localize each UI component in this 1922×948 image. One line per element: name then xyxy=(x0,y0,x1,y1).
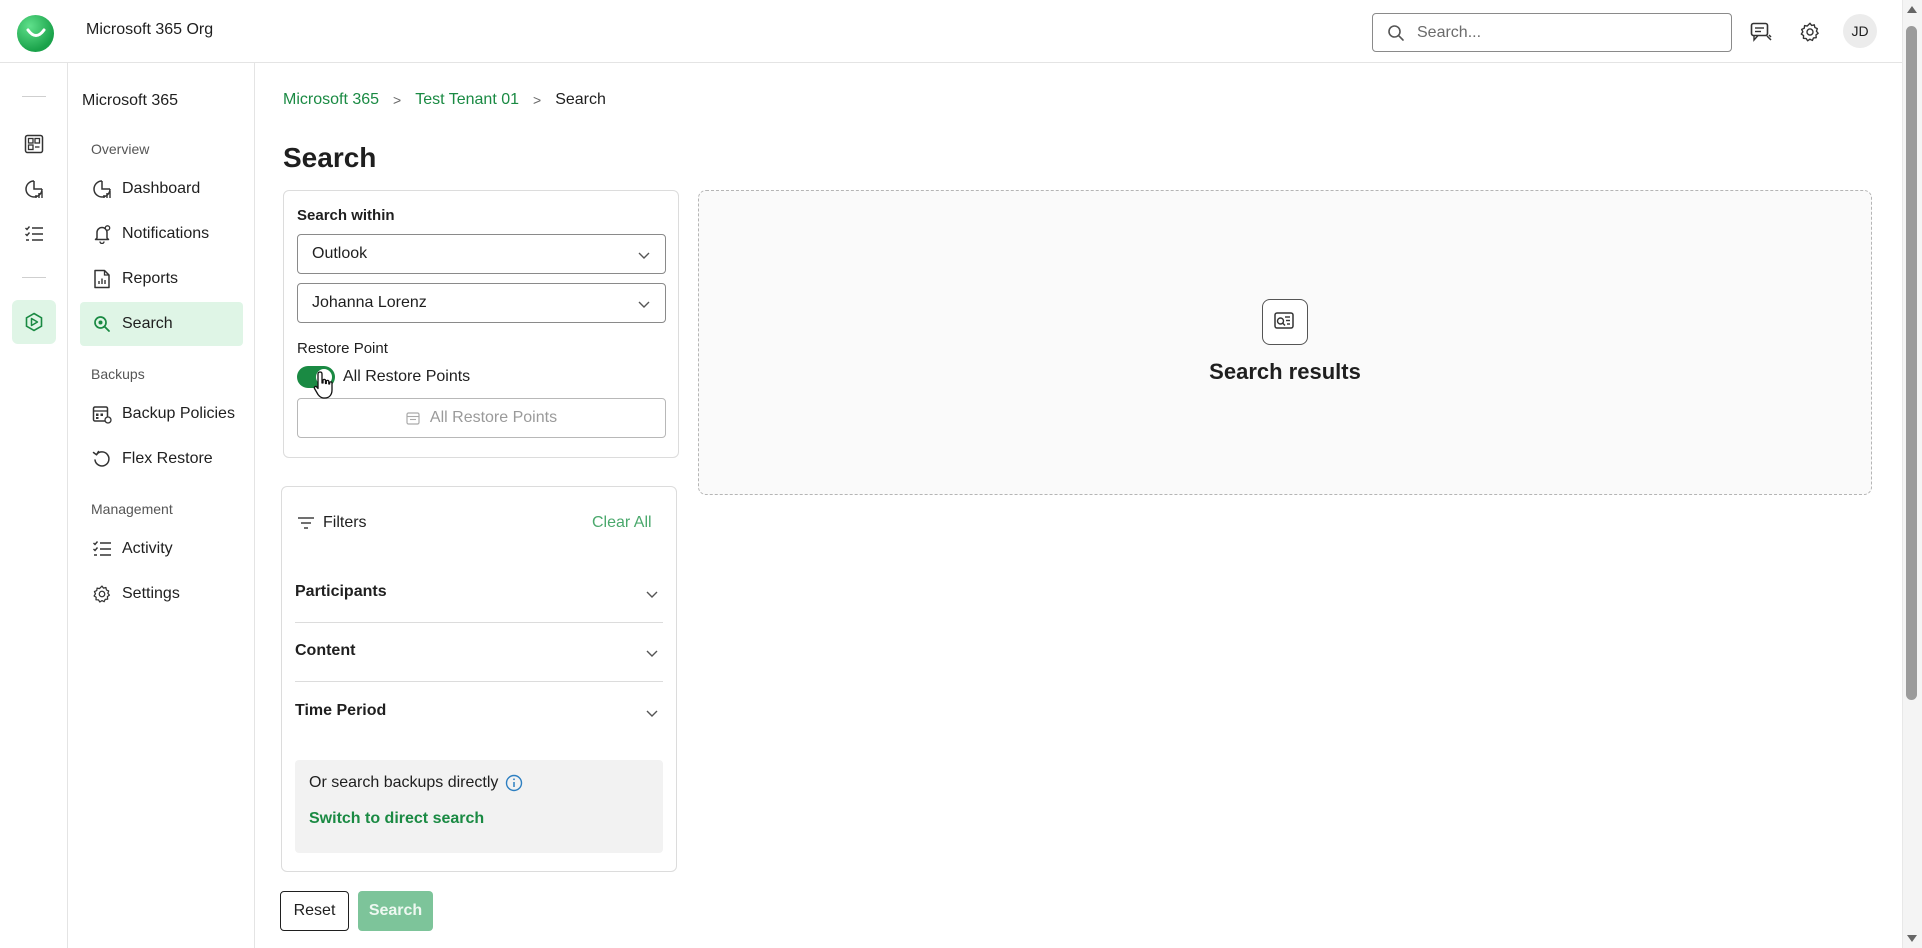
microsoft365-hexagon-icon xyxy=(25,312,43,332)
dashboard-gauge-icon xyxy=(91,178,113,200)
restore-point-label: Restore Point xyxy=(297,340,388,357)
service-select-value: Outlook xyxy=(312,245,368,262)
chevron-down-icon xyxy=(646,591,658,598)
activity-list-icon xyxy=(91,538,113,560)
filter-participants[interactable]: Participants xyxy=(295,563,663,621)
direct-search-label: Or search backups directly xyxy=(309,774,499,791)
sidebar-item-label: Flex Restore xyxy=(122,450,213,467)
switch-to-direct-search-link[interactable]: Switch to direct search xyxy=(309,810,484,828)
chevron-down-icon xyxy=(638,301,650,308)
breadcrumb: Microsoft 365 > Test Tenant 01 > Search xyxy=(283,91,606,109)
sidebar-item-label: Dashboard xyxy=(122,180,201,197)
sidebar-item-label: Reports xyxy=(122,270,179,287)
policy-calendar-icon xyxy=(91,403,113,425)
chevron-down-icon xyxy=(638,252,650,259)
user-select[interactable]: Johanna Lorenz xyxy=(297,283,666,323)
search-results-icon xyxy=(1262,299,1308,345)
filters-title: Filters xyxy=(323,514,367,531)
restore-point-picker-button[interactable]: All Restore Points xyxy=(297,398,666,438)
sidebar-item-label: Activity xyxy=(122,540,173,557)
filter-section-label: Participants xyxy=(295,583,387,600)
report-document-icon xyxy=(91,268,113,290)
restore-arrow-icon xyxy=(91,448,113,470)
rail-overview-button[interactable] xyxy=(12,122,56,166)
filter-section-label: Content xyxy=(295,642,356,659)
chevron-down-icon xyxy=(646,710,658,717)
sidebar-item-backup-policies[interactable]: Backup Policies xyxy=(80,392,243,436)
filters-header: Filters xyxy=(297,514,367,532)
rail-divider xyxy=(22,96,46,97)
sidebar-item-label: Settings xyxy=(122,585,180,602)
search-results-title: Search results xyxy=(1209,359,1361,384)
search-within-label: Search within xyxy=(297,207,395,224)
gear-icon xyxy=(91,583,113,605)
scrollbar-thumb[interactable] xyxy=(1906,26,1917,700)
dashboard-grid-icon xyxy=(24,134,44,154)
app-rail xyxy=(0,63,68,948)
page-title: Search xyxy=(283,142,377,173)
bell-icon xyxy=(91,223,113,245)
app-logo-icon[interactable] xyxy=(17,15,54,52)
sidebar-item-dashboard[interactable]: Dashboard xyxy=(80,167,243,211)
top-header: Microsoft 365 Org JD xyxy=(0,0,1902,63)
reset-button[interactable]: Reset xyxy=(280,891,349,931)
sidebar-section-backups: Backups xyxy=(91,366,145,382)
direct-search-text: Or search backups directly xyxy=(309,774,523,792)
global-search-input[interactable] xyxy=(1417,23,1717,42)
filter-section-label: Time Period xyxy=(295,702,387,719)
task-list-icon xyxy=(25,226,43,241)
search-icon xyxy=(1388,24,1404,41)
rail-activity-button[interactable] xyxy=(12,212,56,256)
chevron-right-icon: > xyxy=(533,92,542,108)
filter-time-period[interactable]: Time Period xyxy=(295,682,663,740)
service-select[interactable]: Outlook xyxy=(297,234,666,274)
sidebar-item-search[interactable]: Search xyxy=(80,302,243,346)
sidebar-item-notifications[interactable]: Notifications xyxy=(80,212,243,256)
sidebar: Microsoft 365 Overview Dashboard Notific… xyxy=(68,63,255,948)
sidebar-item-reports[interactable]: Reports xyxy=(80,257,243,301)
user-select-value: Johanna Lorenz xyxy=(312,294,427,311)
search-results-panel: Search results xyxy=(698,190,1872,495)
user-avatar[interactable]: JD xyxy=(1843,14,1877,48)
scroll-up-arrow-icon[interactable] xyxy=(1907,6,1917,13)
global-search[interactable] xyxy=(1372,13,1732,52)
sidebar-section-management: Management xyxy=(91,501,173,517)
chat-feedback-icon xyxy=(1750,22,1772,42)
org-name: Microsoft 365 Org xyxy=(86,21,214,38)
search-icon xyxy=(91,313,113,335)
gauge-chart-icon xyxy=(25,180,43,198)
settings-button[interactable] xyxy=(1794,16,1826,48)
breadcrumb-current: Search xyxy=(555,91,606,108)
rail-microsoft365-button[interactable] xyxy=(12,300,56,344)
search-button[interactable]: Search xyxy=(358,891,433,931)
chevron-right-icon: > xyxy=(393,92,402,108)
rail-reports-button[interactable] xyxy=(12,167,56,211)
restore-point-picker-label: All Restore Points xyxy=(429,409,558,426)
gear-icon xyxy=(1800,22,1819,42)
breadcrumb-microsoft365[interactable]: Microsoft 365 xyxy=(283,91,379,109)
rail-divider xyxy=(22,277,46,278)
sidebar-item-label: Search xyxy=(122,315,173,332)
sidebar-item-settings[interactable]: Settings xyxy=(80,572,243,616)
sidebar-section-overview: Overview xyxy=(91,141,150,157)
breadcrumb-tenant[interactable]: Test Tenant 01 xyxy=(415,91,519,109)
calendar-icon xyxy=(406,412,420,425)
toggle-label: All Restore Points xyxy=(343,368,471,385)
info-icon[interactable] xyxy=(505,774,523,792)
hand-pointer-cursor-icon xyxy=(313,370,335,405)
clear-all-button[interactable]: Clear All xyxy=(592,514,652,532)
chevron-down-icon xyxy=(646,650,658,657)
sidebar-item-flex-restore[interactable]: Flex Restore xyxy=(80,437,243,481)
feedback-button[interactable] xyxy=(1745,16,1777,48)
scroll-down-arrow-icon[interactable] xyxy=(1907,935,1917,942)
direct-search-box: Or search backups directly Switch to dir… xyxy=(295,760,663,853)
sidebar-item-label: Backup Policies xyxy=(122,405,235,422)
sidebar-item-label: Notifications xyxy=(122,225,210,242)
filter-lines-icon xyxy=(298,517,314,529)
filter-content[interactable]: Content xyxy=(295,622,663,680)
sidebar-title: Microsoft 365 xyxy=(82,92,179,109)
sidebar-item-activity[interactable]: Activity xyxy=(80,527,243,571)
